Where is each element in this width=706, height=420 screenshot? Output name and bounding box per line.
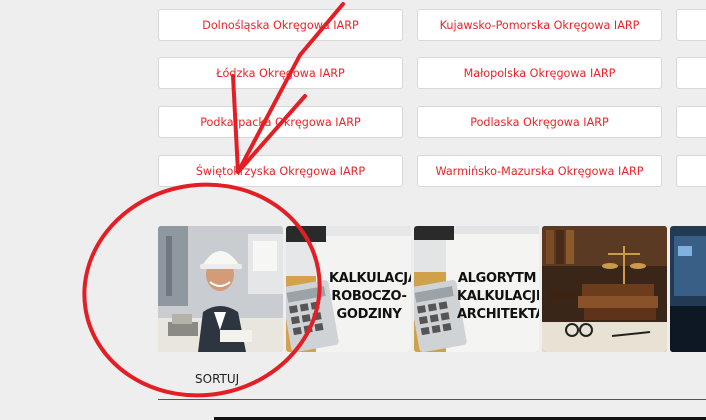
thumbnail-partial-5[interactable] — [670, 226, 706, 352]
architect-photo-image — [158, 226, 283, 352]
chamber-button-malopolska[interactable]: Małopolska Okręgowa IARP — [417, 57, 662, 89]
chamber-button-kujawsko-pomorska[interactable]: Kujawsko-Pomorska Okręgowa IARP — [417, 9, 662, 41]
chamber-button-podlaska[interactable]: Podlaska Okręgowa IARP — [417, 106, 662, 138]
chamber-button-warminsko-mazurska[interactable]: Warmińsko-Mazurska Okręgowa IARP — [417, 155, 662, 187]
chamber-button-partial-col3[interactable] — [676, 155, 706, 187]
tech-photo-image — [670, 226, 706, 352]
chamber-button-swietokrzyska[interactable]: Świętokrzyska Okręgowa IARP — [158, 155, 403, 187]
thumbnail-caption: KALKULACJA ROBOCZO-GODZINY — [329, 271, 411, 322]
chamber-button-partial-col3[interactable] — [676, 9, 706, 41]
divider — [158, 399, 706, 400]
chamber-button-dolnoslaska[interactable]: Dolnośląska Okręgowa IARP — [158, 9, 403, 41]
chamber-button-partial-col3[interactable] — [676, 106, 706, 138]
sort-label[interactable]: SORTUJ — [195, 372, 239, 386]
thumbnail-architect-photo[interactable] — [158, 226, 283, 352]
chamber-button-podkarpacka[interactable]: Podkarpacka Okręgowa IARP — [158, 106, 403, 138]
thumbnail-caption: ALGORYTM KALKULACJI ARCHITEKTA — [457, 271, 539, 322]
law-books-photo-image — [542, 226, 667, 352]
thumbnail-algorytm-kalkulacji[interactable]: ALGORYTM KALKULACJI ARCHITEKTA — [414, 226, 539, 352]
thumbnail-law-books[interactable] — [542, 226, 667, 352]
chamber-button-lodzka[interactable]: Łódzka Okręgowa IARP — [158, 57, 403, 89]
chamber-button-partial-col3[interactable] — [676, 57, 706, 89]
thumbnail-kalkulacja-roboczogodziny[interactable]: KALKULACJA ROBOCZO-GODZINY — [286, 226, 411, 352]
